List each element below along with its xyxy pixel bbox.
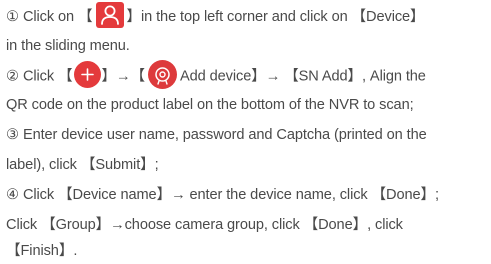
step3-line2: label), click 【Submit】;	[6, 157, 159, 173]
user-outline-icon	[95, 2, 124, 29]
plus-circle-icon	[73, 61, 101, 88]
step1-line1: ① Click on 【 】in the top left corner and…	[6, 2, 425, 30]
step2-text-c: Add device】→ 【SN Add】, Align the	[180, 68, 426, 85]
step2-line1: ② Click 【 】→【 Add device】→ 【SN Add】, Ali…	[6, 60, 426, 89]
step1-text-a: ① Click on 【	[6, 9, 93, 25]
step4-line1: ④ Click 【Device name】→ enter the device …	[6, 187, 439, 203]
instructions-document: ① Click on 【 】in the top left corner and…	[0, 0, 491, 263]
step2-text-a: ② Click 【	[6, 68, 73, 85]
step2-line2: QR code on the product label on the bott…	[6, 97, 414, 113]
step1-line2: in the sliding menu.	[6, 38, 130, 54]
step2-text-b: 】→【	[101, 68, 146, 85]
step4-line2: Click 【Group】→choose camera group, click…	[6, 217, 403, 233]
step1-text-b: 】in the top left corner and click on 【De…	[126, 9, 425, 25]
step3-line1: ③ Enter device user name, password and C…	[6, 127, 427, 143]
add-device-icon	[148, 60, 177, 89]
step4-line3: 【Finish】.	[6, 243, 78, 259]
